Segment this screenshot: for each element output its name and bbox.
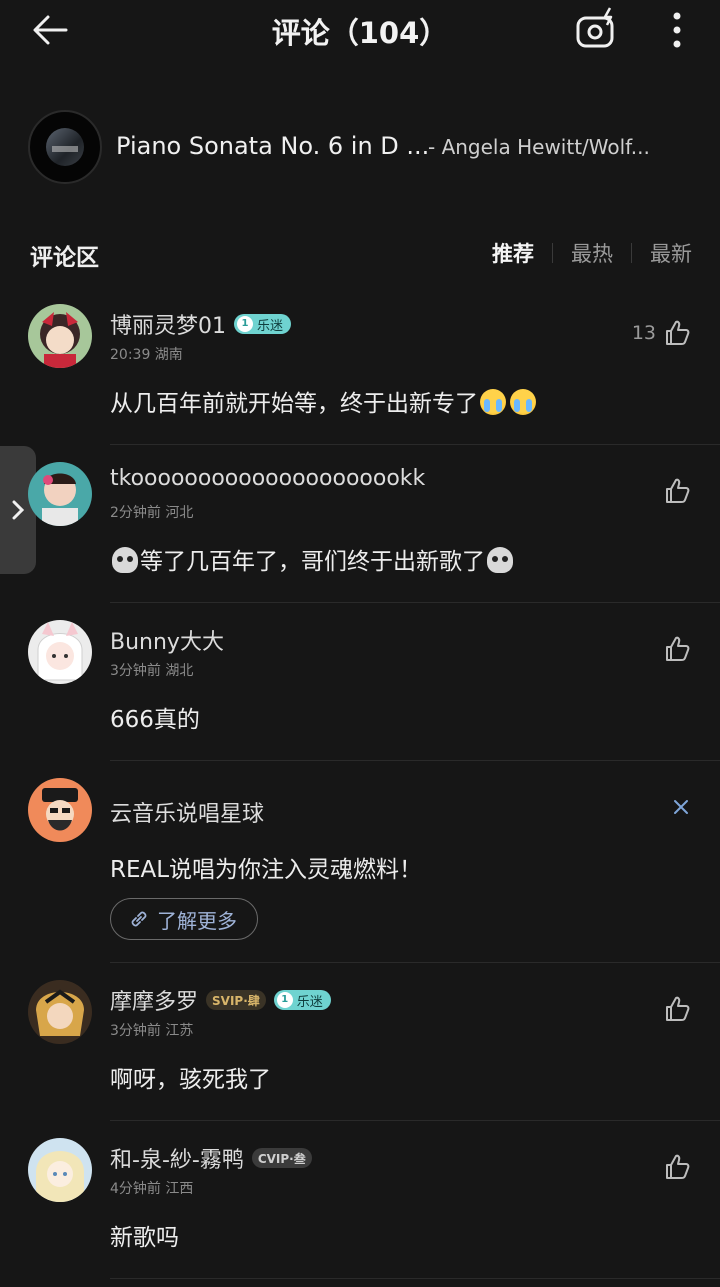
avatar[interactable] xyxy=(28,778,92,842)
ad-name[interactable]: 云音乐说唱星球 xyxy=(110,796,264,828)
song-artist: - Angela Hewitt/Wolf... xyxy=(428,135,650,159)
comment-section-header: 评论区 推荐 最热 最新 xyxy=(0,234,720,274)
avatar[interactable] xyxy=(28,620,92,684)
divider xyxy=(110,1278,720,1279)
like-area[interactable] xyxy=(662,994,692,1024)
comment-text: 从几百年前就开始等，终于出新专了 xyxy=(110,384,538,418)
learn-more-button[interactable]: 了解更多 xyxy=(110,898,258,940)
thumbs-up-icon[interactable] xyxy=(662,634,692,664)
like-area[interactable]: 13 xyxy=(632,318,692,348)
song-info-row[interactable]: Piano Sonata No. 6 in D ... - Angela Hew… xyxy=(0,108,720,188)
comment-item: 摩摩多罗 SVIP·肆 1 乐迷 3分钟前 江苏 啊呀，骇死我了 xyxy=(0,980,720,1121)
comment-item: Bunny大大 3分钟前 湖北 666真的 xyxy=(0,620,720,761)
link-icon xyxy=(131,911,147,927)
comment-item: 博丽灵梦01 1 乐迷 20:39 湖南 从几百年前就开始等，终于出新专了 13 xyxy=(0,304,720,445)
comment-meta: 3分钟前 江苏 xyxy=(110,1023,194,1039)
learn-more-label: 了解更多 xyxy=(157,908,237,933)
username[interactable]: 和-泉-紗-霧鸭 CVIP·叁 xyxy=(110,1142,312,1174)
more-options-icon[interactable] xyxy=(660,8,694,52)
thumbs-up-icon[interactable] xyxy=(662,318,692,348)
comment-item: tkooooooooooooooooooookk 2分钟前 河北 等了几百年了，… xyxy=(0,462,720,603)
comment-meta: 4分钟前 江西 xyxy=(110,1181,194,1197)
close-icon[interactable] xyxy=(670,796,692,818)
like-count: 13 xyxy=(631,322,656,344)
divider xyxy=(110,602,720,603)
thumbs-up-icon[interactable] xyxy=(662,1152,692,1182)
svip-badge: SVIP·肆 xyxy=(206,990,266,1010)
comment-item: 和-泉-紗-霧鸭 CVIP·叁 4分钟前 江西 新歌吗 xyxy=(0,1138,720,1279)
username-text: 摩摩多罗 xyxy=(110,990,199,1015)
badge-label: 乐迷 xyxy=(257,318,284,334)
album-cover xyxy=(28,110,102,184)
comment-text: 新歌吗 xyxy=(110,1225,179,1251)
ad-item: 云音乐说唱星球 REAL说唱为你注入灵魂燃料！ 了解更多 xyxy=(0,778,720,963)
comment-text: 啊呀，骇死我了 xyxy=(110,1067,271,1093)
tab-newest[interactable]: 最新 xyxy=(650,238,692,268)
thumbs-up-icon[interactable] xyxy=(662,994,692,1024)
comment-meta: 20:39 湖南 xyxy=(110,347,183,363)
comment-text: 666真的 xyxy=(110,707,200,733)
sort-tabs: 推荐 最热 最新 xyxy=(492,238,692,268)
comment-meta: 2分钟前 河北 xyxy=(110,505,194,521)
ad-text: REAL说唱为你注入灵魂燃料！ xyxy=(110,857,423,883)
username-text: 和-泉-紗-霧鸭 xyxy=(110,1148,244,1173)
comment-text: 等了几百年了，哥们终于出新歌了 xyxy=(110,542,515,576)
song-title: Piano Sonata No. 6 in D ... xyxy=(116,132,430,160)
fan-badge: 1 乐迷 xyxy=(273,990,331,1010)
like-area[interactable] xyxy=(662,476,692,506)
avatar[interactable] xyxy=(28,1138,92,1202)
comment-text-content: 等了几百年了，哥们终于出新歌了 xyxy=(140,549,485,575)
thumbs-up-icon[interactable] xyxy=(662,476,692,506)
cvip-badge: CVIP·叁 xyxy=(251,1148,312,1168)
username[interactable]: 摩摩多罗 SVIP·肆 1 乐迷 xyxy=(110,984,331,1016)
tab-divider xyxy=(631,243,632,263)
avatar[interactable] xyxy=(28,304,92,368)
username[interactable]: tkooooooooooooooooooookk xyxy=(110,466,425,491)
section-title: 评论区 xyxy=(30,245,99,271)
top-bar: 评论（104） xyxy=(0,0,720,60)
skull-icon xyxy=(112,547,138,573)
crying-face-icon xyxy=(480,389,506,415)
divider xyxy=(110,1120,720,1121)
tab-hottest[interactable]: 最热 xyxy=(571,238,613,268)
avatar[interactable] xyxy=(28,462,92,526)
username[interactable]: 博丽灵梦01 1 乐迷 xyxy=(110,308,292,340)
divider xyxy=(110,444,720,445)
camera-icon[interactable] xyxy=(574,6,620,52)
fan-badge: 1 乐迷 xyxy=(234,314,292,334)
avatar[interactable] xyxy=(28,980,92,1044)
tab-recommended[interactable]: 推荐 xyxy=(492,238,534,268)
username-text: 博丽灵梦01 xyxy=(110,314,226,339)
comment-text-content: 从几百年前就开始等，终于出新专了 xyxy=(110,391,478,417)
crying-face-icon xyxy=(510,389,536,415)
divider xyxy=(110,760,720,761)
username[interactable]: Bunny大大 xyxy=(110,624,224,656)
skull-icon xyxy=(487,547,513,573)
comment-meta: 3分钟前 湖北 xyxy=(110,663,194,679)
badge-level-icon: 1 xyxy=(276,992,293,1008)
badge-level-icon: 1 xyxy=(237,316,253,332)
badge-label: 乐迷 xyxy=(296,994,323,1010)
divider xyxy=(110,962,720,963)
like-area[interactable] xyxy=(662,634,692,664)
tab-divider xyxy=(552,243,553,263)
like-area[interactable] xyxy=(662,1152,692,1182)
